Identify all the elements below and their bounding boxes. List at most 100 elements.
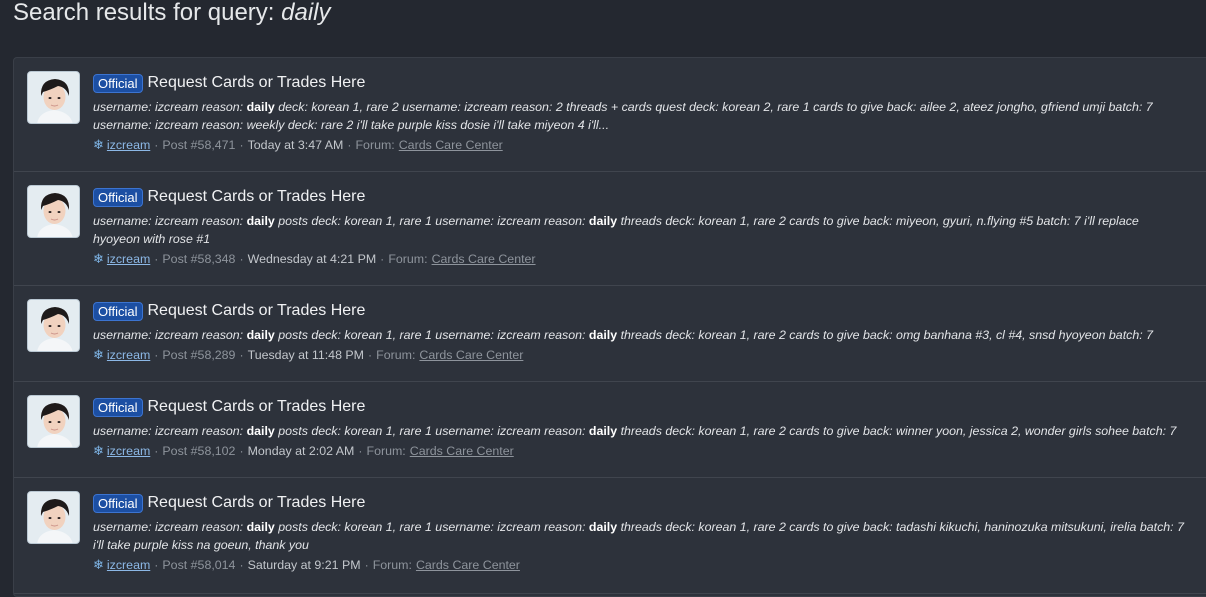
post-number: Post #58,471: [162, 138, 236, 152]
search-result-item[interactable]: Official Request Cards or Trades Here us…: [14, 172, 1206, 286]
highlighted-query-term: daily: [588, 520, 618, 534]
result-meta: ❄ izcream · Post #58,289 · Tuesday at 11…: [93, 346, 1204, 364]
post-number: Post #58,102: [162, 444, 236, 458]
highlighted-query-term: daily: [588, 214, 618, 228]
post-date: Saturday at 9:21 PM: [247, 558, 361, 572]
highlighted-query-term: daily: [246, 328, 275, 342]
meta-separator: ·: [154, 348, 159, 362]
avatar-portrait: [28, 396, 79, 447]
highlighted-query-term: daily: [588, 424, 618, 438]
forum-link[interactable]: Cards Care Center: [410, 442, 514, 460]
meta-separator: ·: [154, 138, 159, 152]
meta-separator: ·: [239, 558, 244, 572]
result-title-row: Official Request Cards or Trades Here: [93, 73, 1204, 93]
user-avatar[interactable]: [27, 491, 80, 544]
snippet-text: username: izcream reason:: [93, 214, 247, 228]
username-link[interactable]: izcream: [107, 442, 150, 460]
forum-label: Forum:: [366, 444, 406, 458]
snowflake-icon: ❄: [93, 347, 104, 362]
snippet-text: username: izcream reason:: [93, 100, 247, 114]
snippet-text: posts deck: korean 1, rare 1 username: i…: [274, 520, 589, 534]
thread-title-link[interactable]: Request Cards or Trades Here: [148, 188, 366, 206]
avatar-portrait: [28, 186, 79, 237]
post-date: Tuesday at 11:48 PM: [247, 348, 364, 362]
user-avatar[interactable]: [27, 299, 80, 352]
post-date: Wednesday at 4:21 PM: [247, 252, 377, 266]
result-body: Official Request Cards or Trades Here us…: [93, 397, 1204, 460]
forum-label: Forum:: [372, 558, 412, 572]
snowflake-icon: ❄: [93, 251, 104, 266]
meta-separator: ·: [364, 558, 369, 572]
search-query: daily: [281, 0, 331, 26]
result-meta: ❄ izcream · Post #58,348 · Wednesday at …: [93, 250, 1204, 268]
result-body: Official Request Cards or Trades Here us…: [93, 301, 1204, 364]
official-badge: Official: [93, 301, 143, 321]
result-body: Official Request Cards or Trades Here us…: [93, 73, 1204, 154]
user-avatar[interactable]: [27, 185, 80, 238]
meta-separator: ·: [380, 252, 385, 266]
avatar-portrait: [28, 300, 79, 351]
meta-separator: ·: [239, 444, 244, 458]
result-snippet: username: izcream reason: daily posts de…: [93, 518, 1204, 554]
snippet-text: threads deck: korean 1, rare 2 cards to …: [617, 328, 1154, 342]
username-link[interactable]: izcream: [107, 250, 150, 268]
post-number: Post #58,014: [162, 558, 236, 572]
forum-link[interactable]: Cards Care Center: [432, 250, 536, 268]
meta-separator: ·: [358, 444, 363, 458]
thread-title-link[interactable]: Request Cards or Trades Here: [148, 494, 366, 512]
search-result-item[interactable]: Official Request Cards or Trades Here us…: [14, 58, 1206, 172]
post-date: Monday at 2:02 AM: [247, 444, 355, 458]
highlighted-query-term: daily: [246, 520, 275, 534]
result-title-row: Official Request Cards or Trades Here: [93, 187, 1204, 207]
search-result-item[interactable]: Official Request Cards or Trades Here us…: [14, 286, 1206, 382]
avatar-portrait: [28, 72, 79, 123]
highlighted-query-term: daily: [246, 424, 275, 438]
meta-separator: ·: [154, 444, 159, 458]
forum-label: Forum:: [376, 348, 416, 362]
post-number: Post #58,348: [162, 252, 236, 266]
search-result-item[interactable]: Official Request Cards or Trades Here us…: [14, 382, 1206, 478]
avatar-portrait: [28, 492, 79, 543]
snippet-text: username: izcream reason:: [93, 328, 247, 342]
meta-separator: ·: [239, 252, 244, 266]
forum-link[interactable]: Cards Care Center: [399, 136, 503, 154]
official-badge: Official: [93, 73, 143, 93]
snowflake-icon: ❄: [93, 137, 104, 152]
meta-separator: ·: [368, 348, 373, 362]
highlighted-query-term: daily: [246, 100, 275, 114]
thread-title-link[interactable]: Request Cards or Trades Here: [148, 398, 366, 416]
official-badge: Official: [93, 397, 143, 417]
page-title: Search results for query: daily: [13, 0, 330, 26]
result-snippet: username: izcream reason: daily posts de…: [93, 422, 1204, 440]
result-title-row: Official Request Cards or Trades Here: [93, 397, 1204, 417]
official-badge: Official: [93, 493, 143, 513]
result-title-row: Official Request Cards or Trades Here: [93, 493, 1204, 513]
forum-label: Forum:: [388, 252, 428, 266]
snowflake-icon: ❄: [93, 443, 104, 458]
username-link[interactable]: izcream: [107, 136, 150, 154]
thread-title-link[interactable]: Request Cards or Trades Here: [148, 74, 366, 92]
result-body: Official Request Cards or Trades Here us…: [93, 493, 1204, 574]
forum-link[interactable]: Cards Care Center: [419, 346, 523, 364]
username-link[interactable]: izcream: [107, 346, 150, 364]
forum-link[interactable]: Cards Care Center: [416, 556, 520, 574]
snippet-text: threads deck: korean 1, rare 2 cards to …: [617, 424, 1177, 438]
result-meta: ❄ izcream · Post #58,014 · Saturday at 9…: [93, 556, 1204, 574]
user-avatar[interactable]: [27, 395, 80, 448]
username-link[interactable]: izcream: [107, 556, 150, 574]
meta-separator: ·: [154, 252, 159, 266]
meta-separator: ·: [347, 138, 352, 152]
search-results-list: Official Request Cards or Trades Here us…: [13, 57, 1206, 597]
meta-separator: ·: [239, 348, 244, 362]
user-avatar[interactable]: [27, 71, 80, 124]
highlighted-query-term: daily: [246, 214, 275, 228]
result-meta: ❄ izcream · Post #58,102 · Monday at 2:0…: [93, 442, 1204, 460]
result-meta: ❄ izcream · Post #58,471 · Today at 3:47…: [93, 136, 1204, 154]
search-result-item[interactable]: Official Request Cards or Trades Here us…: [14, 478, 1206, 594]
page-title-prefix: Search results for query:: [13, 0, 282, 26]
thread-title-link[interactable]: Request Cards or Trades Here: [148, 302, 366, 320]
official-badge: Official: [93, 187, 143, 207]
post-date: Today at 3:47 AM: [247, 138, 344, 152]
highlighted-query-term: daily: [588, 328, 618, 342]
snippet-text: posts deck: korean 1, rare 1 username: i…: [274, 214, 589, 228]
